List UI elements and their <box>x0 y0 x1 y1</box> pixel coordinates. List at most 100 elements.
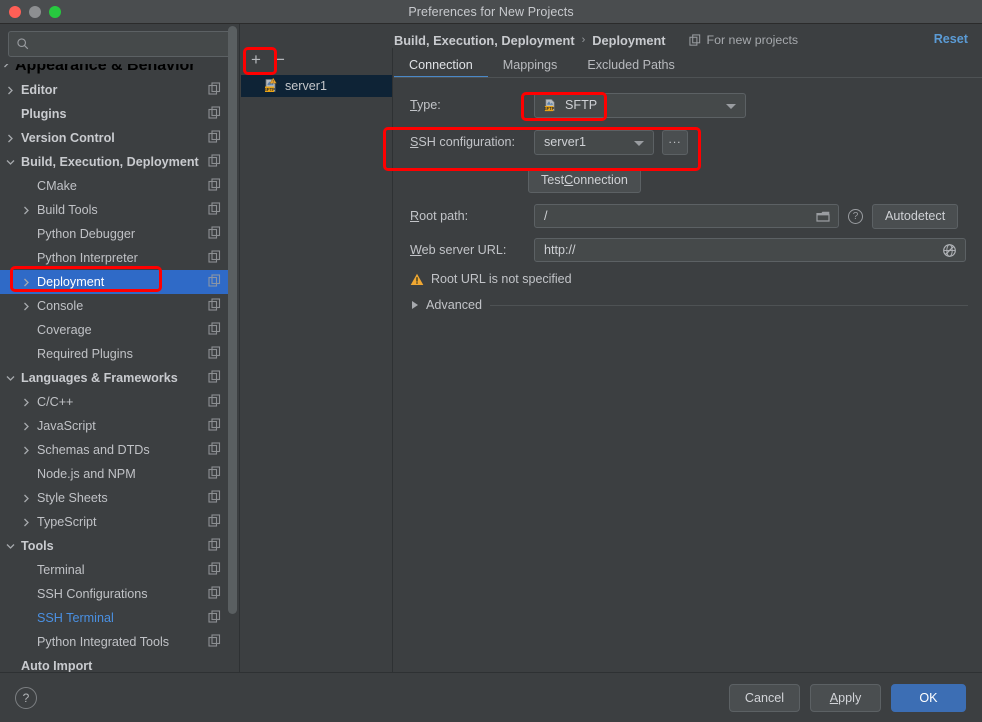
web-server-url-label: Web server URL: <box>410 243 507 257</box>
sftp-warning-icon: SFTP ! <box>263 77 279 94</box>
sidebar-scrollbar[interactable] <box>228 26 237 626</box>
sidebar-item-c-c[interactable]: C/C++ <box>0 390 232 414</box>
sidebar-item-version-control[interactable]: Version Control <box>0 126 232 150</box>
sidebar-item-build-tools[interactable]: Build Tools <box>0 198 232 222</box>
sidebar-item-plugins[interactable]: Plugins <box>0 102 232 126</box>
sidebar-item-cmake[interactable]: CMake <box>0 174 232 198</box>
maximize-icon[interactable] <box>49 6 61 18</box>
sidebar-item-label: Required Plugins <box>37 347 133 361</box>
sidebar-item-label: Python Integrated Tools <box>37 635 170 649</box>
ssh-configuration-combobox[interactable]: server1 <box>534 129 654 155</box>
sidebar-item-node-js-and-npm[interactable]: Node.js and NPM <box>0 462 232 486</box>
sidebar-item-label: Terminal <box>37 563 85 577</box>
sidebar-item-ssh-terminal[interactable]: SSH Terminal <box>0 606 232 630</box>
preferences-window: Preferences for New Projects Appearance … <box>0 0 982 722</box>
sidebar-scrollbar-thumb[interactable] <box>228 26 237 614</box>
apply-button[interactable]: Apply <box>810 683 881 712</box>
sidebar-item-python-debugger[interactable]: Python Debugger <box>0 222 232 246</box>
tab-connection[interactable]: Connection <box>394 58 488 78</box>
chevron-right-icon <box>20 276 33 289</box>
breadcrumb: Build, Execution, Deployment › Deploymen… <box>394 28 798 52</box>
sidebar-item-javascript[interactable]: JavaScript <box>0 414 232 438</box>
chevron-down-icon <box>634 140 644 146</box>
traffic-lights <box>9 6 61 18</box>
advanced-section-toggle[interactable]: Advanced <box>394 292 982 318</box>
ssh-configuration-label: SSH configuration: <box>410 135 516 149</box>
sidebar-item-label: Build Tools <box>37 203 98 217</box>
cancel-button[interactable]: Cancel <box>729 683 800 712</box>
copy-icon <box>208 202 224 218</box>
search-box[interactable] <box>8 31 231 57</box>
type-value: SFTP <box>565 98 598 112</box>
test-connection-row: Test Connection <box>394 162 982 198</box>
autodetect-button[interactable]: Autodetect <box>872 203 959 229</box>
minimize-icon[interactable] <box>29 6 41 18</box>
ssh-browse-button[interactable]: ... <box>662 129 688 155</box>
breadcrumb-parent[interactable]: Build, Execution, Deployment <box>394 33 575 48</box>
type-combobox[interactable]: SFTP SFTP <box>534 92 746 118</box>
sidebar-item-label: Deployment <box>37 275 105 289</box>
ssh-configuration-value: server1 <box>544 135 586 149</box>
remove-server-button[interactable]: − <box>275 51 285 68</box>
server-pane-toolbar: + − <box>241 48 392 72</box>
chevron-right-icon <box>20 396 33 409</box>
sidebar-item-ssh-configurations[interactable]: SSH Configurations <box>0 582 232 606</box>
tab-mappings[interactable]: Mappings <box>488 58 573 78</box>
add-server-button[interactable]: + <box>251 51 261 68</box>
section-divider <box>490 304 968 306</box>
sidebar-item-style-sheets[interactable]: Style Sheets <box>0 486 232 510</box>
sidebar-item-terminal[interactable]: Terminal <box>0 558 232 582</box>
sidebar-item-deployment[interactable]: Deployment <box>0 270 232 294</box>
clipped-tree-row[interactable]: Appearance & Behavior <box>0 64 232 78</box>
test-connection-button[interactable]: Test Connection <box>528 167 641 193</box>
dialog-buttons: Cancel Apply OK <box>729 683 982 712</box>
sidebar-item-build-execution-deployment[interactable]: Build, Execution, Deployment <box>0 150 232 174</box>
sidebar-item-label: Style Sheets <box>37 491 108 505</box>
sidebar-item-python-integrated-tools[interactable]: Python Integrated Tools <box>0 630 232 654</box>
root-path-input[interactable]: / <box>534 204 839 228</box>
breadcrumb-separator-icon: › <box>581 34 586 46</box>
reset-link[interactable]: Reset <box>934 32 968 46</box>
copy-icon <box>208 322 224 338</box>
folder-icon[interactable] <box>816 210 830 223</box>
sidebar-item-languages-frameworks[interactable]: Languages & Frameworks <box>0 366 232 390</box>
copy-icon <box>208 346 224 362</box>
copy-icon <box>208 658 224 672</box>
sidebar-item-required-plugins[interactable]: Required Plugins <box>0 342 232 366</box>
web-server-url-row: Web server URL: http:// <box>394 234 982 266</box>
help-button[interactable]: ? <box>15 686 37 709</box>
chevron-right-icon <box>4 132 17 145</box>
sidebar-item-label: Coverage <box>37 323 92 337</box>
sidebar-item-auto-import[interactable]: Auto Import <box>0 654 232 672</box>
copy-icon <box>208 250 224 266</box>
globe-icon[interactable] <box>942 243 957 258</box>
sidebar-item-schemas-and-dtds[interactable]: Schemas and DTDs <box>0 438 232 462</box>
sidebar-item-coverage[interactable]: Coverage <box>0 318 232 342</box>
list-item[interactable]: SFTP ! server1 <box>241 75 392 97</box>
sidebar-item-label: Version Control <box>21 131 115 145</box>
sidebar-item-label: Build, Execution, Deployment <box>21 155 199 169</box>
copy-icon <box>208 130 224 146</box>
advanced-label: Advanced <box>426 298 483 312</box>
sidebar-item-editor[interactable]: Editor <box>0 78 232 102</box>
chevron-right-icon <box>20 444 33 457</box>
root-path-row: Root path: / ? Autodetect <box>394 198 982 234</box>
ok-button[interactable]: OK <box>891 683 966 712</box>
close-icon[interactable] <box>9 6 21 18</box>
tab-excluded-paths[interactable]: Excluded Paths <box>572 58 690 78</box>
sidebar-item-console[interactable]: Console <box>0 294 232 318</box>
search-input[interactable] <box>35 37 230 51</box>
warning-icon <box>410 273 424 285</box>
svg-text:SFTP: SFTP <box>544 106 555 111</box>
settings-tabs: Connection Mappings Excluded Paths <box>394 52 982 78</box>
chevron-down-icon <box>4 372 17 385</box>
scope-label: For new projects <box>706 33 799 47</box>
settings-sidebar: Appearance & Behavior Editor Plugins Versi… <box>0 24 240 672</box>
web-server-url-input[interactable]: http:// <box>534 238 966 262</box>
sidebar-item-python-interpreter[interactable]: Python Interpreter <box>0 246 232 270</box>
sidebar-item-tools[interactable]: Tools <box>0 534 232 558</box>
help-icon[interactable]: ? <box>848 208 863 224</box>
sidebar-item-typescript[interactable]: TypeScript <box>0 510 232 534</box>
svg-text:!: ! <box>273 79 274 84</box>
chevron-right-icon <box>20 300 33 313</box>
